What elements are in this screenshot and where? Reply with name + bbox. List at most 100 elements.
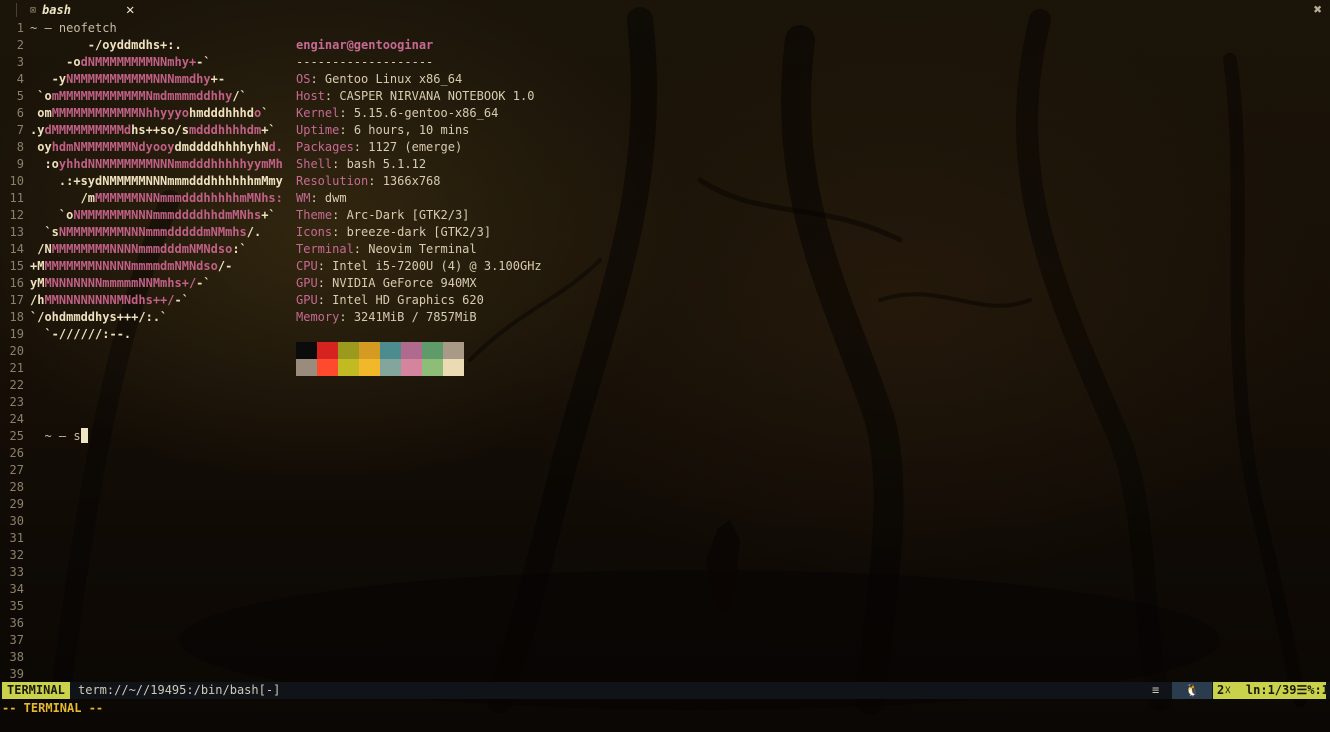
logo-segment: `o: [30, 89, 52, 103]
logo-segment: :o: [30, 157, 59, 171]
prompt-line-current[interactable]: ~ – s: [30, 411, 88, 443]
color-swatch: [443, 359, 464, 376]
info-colon: :: [317, 259, 333, 273]
logo-segment: dMMMMMMMMMMd: [44, 123, 132, 137]
info-value: 5.15.6-gentoo-x86_64: [353, 106, 499, 120]
prompt-line-neofetch: ~ – neofetch: [30, 21, 117, 35]
color-swatch: [401, 359, 422, 376]
logo-segment: `-//////:--.: [30, 327, 132, 341]
logo-segment: oy: [30, 140, 52, 154]
info-key: Resolution: [296, 174, 369, 188]
palette-row-normal: [296, 342, 464, 359]
info-value: breeze-dark [GTK2/3]: [346, 225, 492, 239]
logo-segment: -o: [30, 55, 81, 69]
info-row: Icons: breeze-dark [GTK2/3]: [296, 224, 542, 241]
logo-segment: NMMMMMMMMNNNmmmdddddmNMmhs: [58, 225, 247, 239]
color-swatch: [317, 342, 338, 359]
info-key: WM: [296, 191, 311, 205]
logo-segment: MNNNNNNNmmmmmNNMmhs+/: [44, 276, 197, 290]
logo-segment: dNMMMMMMMMNNmhy+: [80, 55, 197, 69]
logo-line: `sNMMMMMMMMNNNmmmdddddmNMmhs/.: [30, 224, 283, 241]
tab-marker-icon: ⊠: [30, 5, 37, 16]
tab-close-icon[interactable]: ✕: [126, 2, 134, 19]
color-swatch: [359, 342, 380, 359]
prompt-text: ~ – s: [44, 429, 81, 443]
line-number: 29: [9, 497, 24, 511]
info-colon: :: [310, 72, 325, 86]
info-value: Gentoo Linux x86_64: [324, 72, 463, 86]
line-number: 11: [9, 191, 24, 205]
logo-segment: -/oyddmdhs+:.: [30, 38, 182, 52]
line-number: 33: [9, 565, 24, 579]
color-swatch: [359, 359, 380, 376]
info-key: Terminal: [296, 242, 354, 256]
color-swatch: [380, 359, 401, 376]
palette-row-bright: [296, 359, 464, 376]
gentoo-ascii-logo: -/oyddmdhs+:. -odNMMMMMMMMNNmhy+-` -yNMM…: [30, 37, 283, 343]
info-key: Host: [296, 89, 325, 103]
info-value: 1366x768: [382, 174, 441, 188]
line-number: 9: [16, 157, 24, 171]
logo-segment: d.: [268, 140, 283, 154]
line-number: 18: [9, 310, 24, 324]
info-row: CPU: Intel i5-7200U (4) @ 3.100GHz: [296, 258, 542, 275]
logo-segment: MMMMMMMNNNNNmmmmdmNMNdso: [44, 259, 218, 273]
logo-segment: -`: [174, 293, 189, 307]
user-host: enginar@gentooginar: [296, 38, 434, 52]
logo-segment: hdmNMMMMMMMNdyooy: [51, 140, 175, 154]
logo-line: `omMMMMMMMMMMMMNmdmmmmddhhy/`: [30, 88, 283, 105]
info-key: Icons: [296, 225, 333, 239]
logo-line: yMMNNNNNNNmmmmmNNMmhs+/-`: [30, 275, 283, 292]
info-value: Neovim Terminal: [368, 242, 477, 256]
line-number: 34: [9, 582, 24, 596]
logo-line: /hMMNNNNNNNNMNdhs++/-`: [30, 292, 283, 309]
logo-segment: +`: [261, 123, 276, 137]
command-line-mode: -- TERMINAL --: [2, 701, 104, 715]
info-row: Theme: Arc-Dark [GTK2/3]: [296, 207, 542, 224]
color-swatch: [338, 359, 359, 376]
info-value: Intel HD Graphics 620: [332, 293, 484, 307]
line-number: 30: [9, 514, 24, 528]
info-colon: :: [368, 174, 383, 188]
logo-segment: MMNNNNNNNNMNdhs++/: [44, 293, 175, 307]
info-key: Kernel: [296, 106, 340, 120]
info-key: Memory: [296, 310, 340, 324]
logo-line: +MMMMMMMMNNNNNmmmmdmNMNdso/-: [30, 258, 283, 275]
logo-line: .ydMMMMMMMMMMdhs++so/smdddhhhhdm+`: [30, 122, 283, 139]
info-row: Memory: 3241MiB / 7857MiB: [296, 309, 542, 326]
line-number: 27: [9, 463, 24, 477]
info-value: Arc-Dark [GTK2/3]: [346, 208, 470, 222]
info-row: WM: dwm: [296, 190, 542, 207]
line-number: 23: [9, 395, 24, 409]
logo-segment: hmdddhhhd: [188, 106, 254, 120]
logo-segment: +M: [30, 259, 45, 273]
line-number: 21: [9, 361, 24, 375]
color-palette: [296, 342, 464, 376]
logo-segment: -`: [196, 55, 211, 69]
logo-segment: /N: [30, 242, 52, 256]
info-value: bash 5.1.12: [346, 157, 427, 171]
tab-bash[interactable]: ⊠ bash: [30, 2, 71, 19]
logo-line: -/oyddmdhs+:.: [30, 37, 283, 54]
info-colon: :: [353, 140, 369, 154]
line-number: 39: [9, 667, 24, 681]
info-colon: :: [332, 157, 347, 171]
logo-segment: mdddhhhhdm: [188, 123, 262, 137]
logo-segment: MMMMMMNNNmmmdddhhhhhmMNhs:: [95, 191, 283, 205]
logo-segment: /h: [30, 293, 45, 307]
terminal-buffer[interactable]: ~ – neofetch: [30, 20, 117, 37]
system-info: enginar@gentooginar ------------------- …: [296, 37, 542, 326]
logo-segment: hs++so/s: [131, 123, 189, 137]
line-number: 17: [9, 293, 24, 307]
line-number: 24: [9, 412, 24, 426]
close-window-icon[interactable]: ✖: [1314, 2, 1322, 19]
logo-segment: yM: [30, 276, 45, 290]
logo-line: /mMMMMMMNNNmmmdddhhhhhmMNhs:: [30, 190, 283, 207]
line-number: 1: [16, 21, 24, 35]
line-number-gutter: 1 2 3 4 5 6 7 8 9 10 11 12 13 14 15 16 17 18 19 20 21 22 23 24 2…: [0, 20, 24, 683]
tab-separator: [16, 3, 17, 17]
info-colon: :: [332, 225, 347, 239]
line-number: 36: [9, 616, 24, 630]
color-swatch: [296, 359, 317, 376]
info-row: Shell: bash 5.1.12: [296, 156, 542, 173]
